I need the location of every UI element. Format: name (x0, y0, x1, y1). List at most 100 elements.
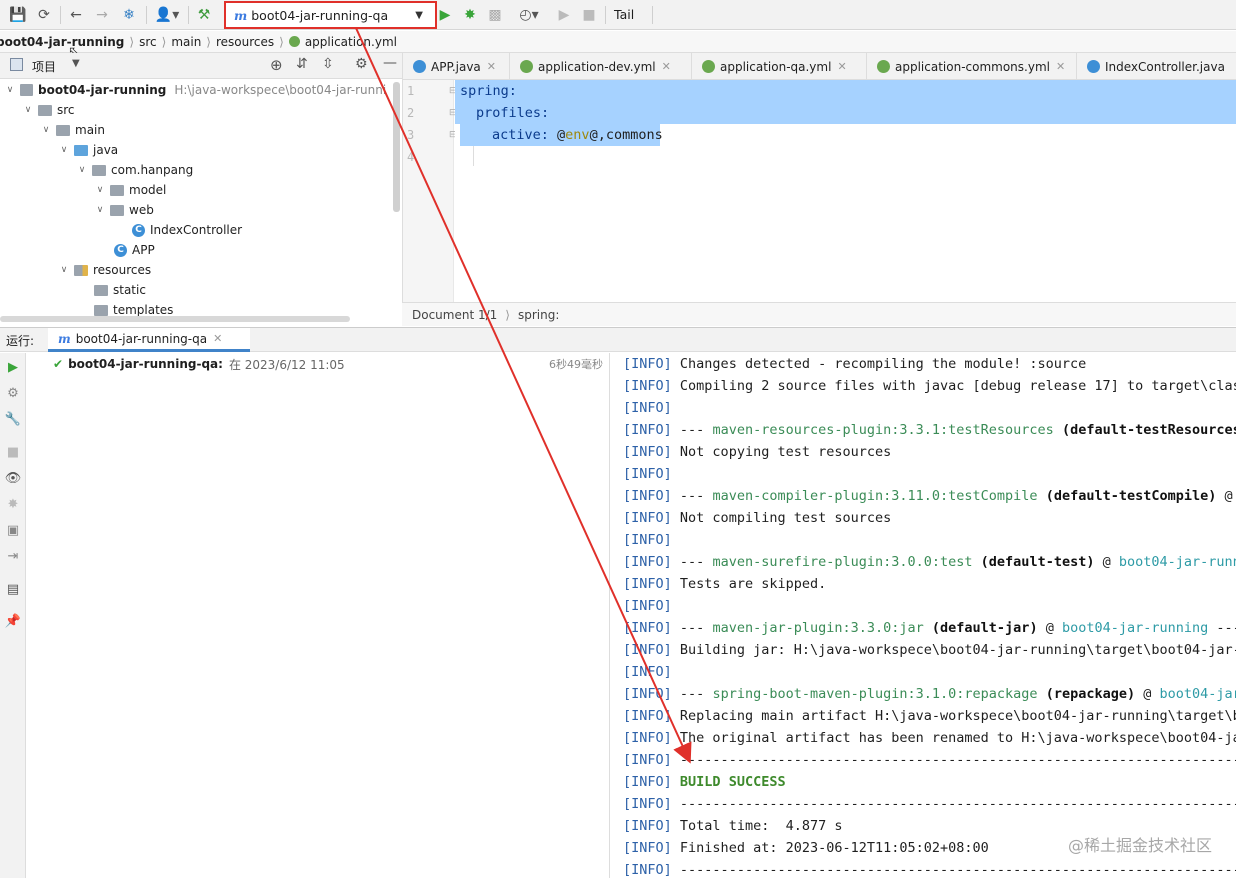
tree-item-label: templates (113, 303, 174, 317)
package-icon (110, 184, 124, 196)
console-line: [INFO] The original artifact has been re… (623, 727, 1236, 749)
info-tag: [INFO] (623, 444, 672, 460)
project-view-icon (10, 58, 23, 71)
locate-icon[interactable]: ⊕ (270, 56, 283, 74)
save-icon[interactable]: 💾 (8, 5, 28, 25)
breadcrumb-resources[interactable]: resources (216, 35, 274, 49)
resume-icon[interactable]: ▶ (554, 5, 574, 25)
yaml-path[interactable]: spring: (518, 308, 559, 322)
breadcrumb-project[interactable]: boot04-jar-running (0, 35, 124, 49)
tab-application-qa[interactable]: application-qa.yml ✕ (692, 53, 867, 79)
tab-application-dev[interactable]: application-dev.yml ✕ (510, 53, 692, 79)
close-icon[interactable]: ✕ (213, 332, 222, 345)
sync-icon[interactable]: ⟳ (34, 5, 54, 25)
folder-icon (38, 104, 52, 116)
yaml-value: @ (557, 127, 566, 143)
console-text: ----------------------------------------… (679, 862, 1236, 878)
console-line: [INFO] (623, 397, 680, 419)
tree-item-resources[interactable]: ∨ resources (58, 260, 151, 280)
layout-icon[interactable]: ▤ (3, 579, 23, 599)
document-indicator[interactable]: Document 1/1 (412, 308, 497, 322)
console-line: [INFO] Not copying test resources (623, 441, 891, 463)
gear-icon[interactable]: ⚙ (355, 56, 368, 72)
plugin-name: maven-jar-plugin:3.3.0:jar (712, 620, 924, 636)
eye-icon[interactable]: 👁 (3, 468, 23, 488)
profile-icon[interactable]: ◴▾ (512, 5, 546, 25)
console-line: [INFO] ---------------------------------… (623, 793, 1236, 815)
stop-icon[interactable]: ■ (3, 442, 23, 462)
tree-item-main[interactable]: ∨ main (40, 120, 105, 140)
tree-item-model[interactable]: ∨ model (94, 180, 167, 200)
tree-item-web[interactable]: ∨ web (94, 200, 154, 220)
tree-item-static[interactable]: static (90, 280, 146, 300)
tree-item-indexcontroller[interactable]: C IndexController (132, 220, 242, 240)
stop-icon[interactable]: ■ (579, 5, 599, 25)
run-icon[interactable]: ▶ (435, 5, 455, 25)
yaml-key: active: (492, 127, 558, 143)
console-text: Changes detected - recompiling the modul… (679, 356, 1087, 372)
tab-label: application-commons.yml (895, 59, 1050, 74)
project-tree: ∨ boot04-jar-running H:\java-workspece\b… (0, 80, 402, 324)
vcs-icon[interactable]: ❄ (119, 5, 139, 25)
info-tag: [INFO] (623, 796, 672, 812)
camera-icon[interactable]: ▣ (3, 520, 23, 540)
close-icon[interactable]: ✕ (1056, 60, 1065, 73)
debug-icon[interactable]: ✸ (460, 5, 480, 25)
tree-scrollbar[interactable] (393, 82, 400, 212)
pin-icon[interactable]: 📌 (3, 611, 23, 631)
user-icon[interactable]: 👤▾ (152, 5, 182, 25)
code-editor[interactable]: spring: profiles: active: @env@,commons (455, 80, 1236, 302)
debug-icon[interactable]: ✸ (3, 494, 23, 514)
minimize-icon[interactable]: — (383, 55, 397, 71)
console-line: [INFO] --- spring-boot-maven-plugin:3.1.… (623, 683, 1236, 705)
back-icon[interactable]: ← (66, 5, 86, 25)
tree-item-label: resources (93, 263, 152, 277)
console-text: Not compiling test sources (679, 510, 892, 526)
tail-button[interactable]: Tail (614, 7, 634, 22)
expand-all-icon[interactable]: ⇵ (296, 56, 308, 72)
line-number: 4 (407, 150, 415, 164)
coverage-icon[interactable]: ▩ (485, 5, 505, 25)
tree-item-java[interactable]: ∨ java (58, 140, 118, 160)
breadcrumb-src[interactable]: src (139, 35, 157, 49)
breadcrumb-file[interactable]: application.yml (305, 35, 397, 49)
wrench-icon[interactable]: 🔧 (3, 409, 23, 429)
tree-hscrollbar[interactable] (0, 316, 350, 322)
tree-item-package[interactable]: ∨ com.hanpang (76, 160, 194, 180)
yaml-file-icon (702, 60, 715, 73)
info-tag: [INFO] (623, 818, 672, 834)
console-text: ----------------------------------------… (679, 796, 1236, 812)
tree-item-src[interactable]: ∨ src (22, 100, 75, 120)
tab-indexcontroller[interactable]: IndexController.java (1077, 53, 1236, 79)
run-configuration-selector[interactable]: m boot04-jar-running-qa ▼ (224, 1, 437, 29)
collapse-all-icon[interactable]: ⇳ (322, 56, 334, 72)
build-hammer-icon[interactable]: ⚒ (194, 5, 214, 25)
selection-highlight (455, 80, 1236, 124)
close-icon[interactable]: ✕ (837, 60, 846, 73)
console-output[interactable]: [INFO] Changes detected - recompiling th… (611, 353, 1236, 878)
console-line: [INFO] Finished at: 2023-06-12T11:05:02+… (623, 837, 989, 859)
console-text: ----------------------------------------… (679, 752, 1236, 768)
run-tab-label: boot04-jar-running-qa (75, 331, 208, 346)
chevron-down-icon[interactable]: ▼ (72, 58, 80, 69)
run-tree-item[interactable]: ✔ boot04-jar-running-qa: 在 2023/6/12 11:… (53, 354, 603, 374)
rerun-icon[interactable]: ▶ (3, 357, 23, 377)
close-icon[interactable]: ✕ (662, 60, 671, 73)
tree-item-app[interactable]: C APP (114, 240, 155, 260)
rerun-failed-icon[interactable]: ⚙ (3, 383, 23, 403)
info-tag: [INFO] (623, 708, 672, 724)
breadcrumb-main[interactable]: main (171, 35, 201, 49)
run-sidebar: ▶ ⚙ 🔧 ■ 👁 ✸ ▣ ⇥ ▤ 📌 (0, 353, 26, 878)
export-icon[interactable]: ⇥ (3, 546, 23, 566)
close-icon[interactable]: ✕ (487, 60, 496, 73)
forward-icon[interactable]: → (92, 5, 112, 25)
info-tag: [INFO] (623, 356, 672, 372)
info-tag: [INFO] (623, 840, 672, 856)
tab-label: APP.java (431, 59, 481, 74)
run-tab[interactable]: m boot04-jar-running-qa ✕ (48, 328, 250, 352)
project-panel-title[interactable]: 项目 (32, 58, 56, 75)
tab-app-java[interactable]: APP.java ✕ (403, 53, 510, 79)
console-line: [INFO] (623, 463, 680, 485)
tree-item-module[interactable]: ∨ boot04-jar-running H:\java-workspece\b… (4, 80, 386, 100)
tab-application-commons[interactable]: application-commons.yml ✕ (867, 53, 1077, 79)
